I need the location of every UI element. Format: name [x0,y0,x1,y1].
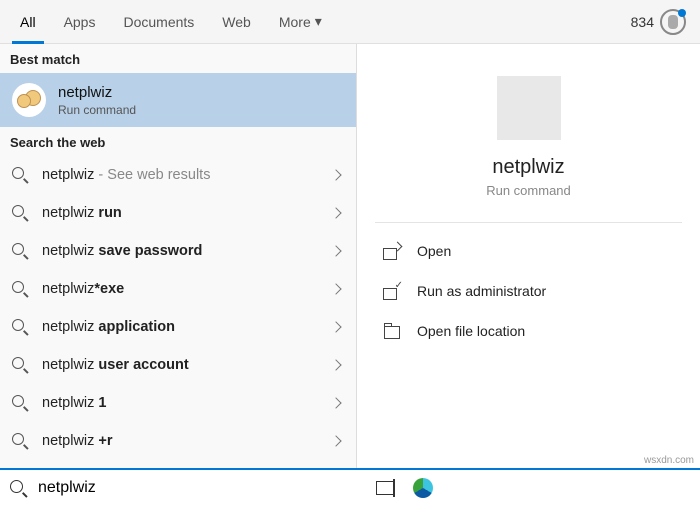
app-placeholder-icon [497,76,561,140]
web-result[interactable]: netplwiz - See web results [0,156,356,194]
chevron-right-icon [330,283,341,294]
tab-more-label: More [279,14,311,30]
user-accounts-icon [12,83,46,117]
open-icon [383,242,401,260]
detail-panel: netplwiz Run command Open Run as adminis… [357,44,700,468]
web-result-label: netplwiz user account [42,357,332,373]
tab-apps[interactable]: Apps [50,0,110,44]
search-icon [12,243,28,259]
chevron-down-icon: ▾ [315,13,322,30]
search-web-label: Search the web [0,127,356,156]
tab-documents[interactable]: Documents [109,0,208,44]
chevron-right-icon [330,321,341,332]
action-folder-label: Open file location [417,323,525,339]
chevron-right-icon [330,207,341,218]
divider [375,222,682,223]
web-result-label: netplwiz - See web results [42,167,332,183]
edge-icon[interactable] [413,478,433,498]
web-result-label: netplwiz*exe [42,281,332,297]
web-result[interactable]: netplwiz +r [0,422,356,460]
search-icon [12,281,28,297]
chevron-right-icon [330,245,341,256]
bottom-bar [0,468,700,506]
action-open-label: Open [417,243,451,259]
tab-more[interactable]: More ▾ [265,0,336,44]
best-match-title: netplwiz [58,84,136,101]
search-icon [12,357,28,373]
folder-icon [383,322,401,340]
search-icon [10,480,26,496]
best-match-result[interactable]: netplwiz Run command [0,73,356,127]
web-result-label: netplwiz application [42,319,332,335]
search-icon [12,395,28,411]
search-box[interactable] [0,470,357,506]
filter-tabs: All Apps Documents Web More ▾ 834 [0,0,700,44]
results-panel: Best match netplwiz Run command Search t… [0,44,357,468]
action-run-as-admin[interactable]: Run as administrator [357,271,700,311]
web-results-list: netplwiz - See web results netplwiz run ne… [0,156,356,460]
search-icon [12,433,28,449]
chevron-right-icon [330,397,341,408]
task-view-icon[interactable] [375,478,395,498]
web-result[interactable]: netplwiz user account [0,346,356,384]
search-icon [12,319,28,335]
web-result-label: netplwiz run [42,205,332,221]
tab-all[interactable]: All [6,0,50,44]
web-result[interactable]: netplwiz*exe [0,270,356,308]
search-input[interactable] [38,479,347,497]
best-match-subtitle: Run command [58,103,136,117]
chevron-right-icon [330,359,341,370]
watermark: wsxdn.com [644,455,694,466]
rewards-icon[interactable] [660,9,686,35]
web-result[interactable]: netplwiz save password [0,232,356,270]
action-admin-label: Run as administrator [417,283,546,299]
action-open-file-location[interactable]: Open file location [357,311,700,351]
search-icon [12,205,28,221]
chevron-right-icon [330,169,341,180]
search-icon [12,167,28,183]
best-match-label: Best match [0,44,356,73]
web-result[interactable]: netplwiz application [0,308,356,346]
detail-subtitle: Run command [357,183,700,198]
web-result-label: netplwiz save password [42,243,332,259]
web-result[interactable]: netplwiz 1 [0,384,356,422]
admin-icon [383,282,401,300]
web-result-label: netplwiz 1 [42,395,332,411]
tab-web[interactable]: Web [208,0,265,44]
rewards-points: 834 [631,14,654,30]
chevron-right-icon [330,435,341,446]
action-open[interactable]: Open [357,231,700,271]
web-result-label: netplwiz +r [42,433,332,449]
detail-title: netplwiz [357,156,700,179]
web-result[interactable]: netplwiz run [0,194,356,232]
